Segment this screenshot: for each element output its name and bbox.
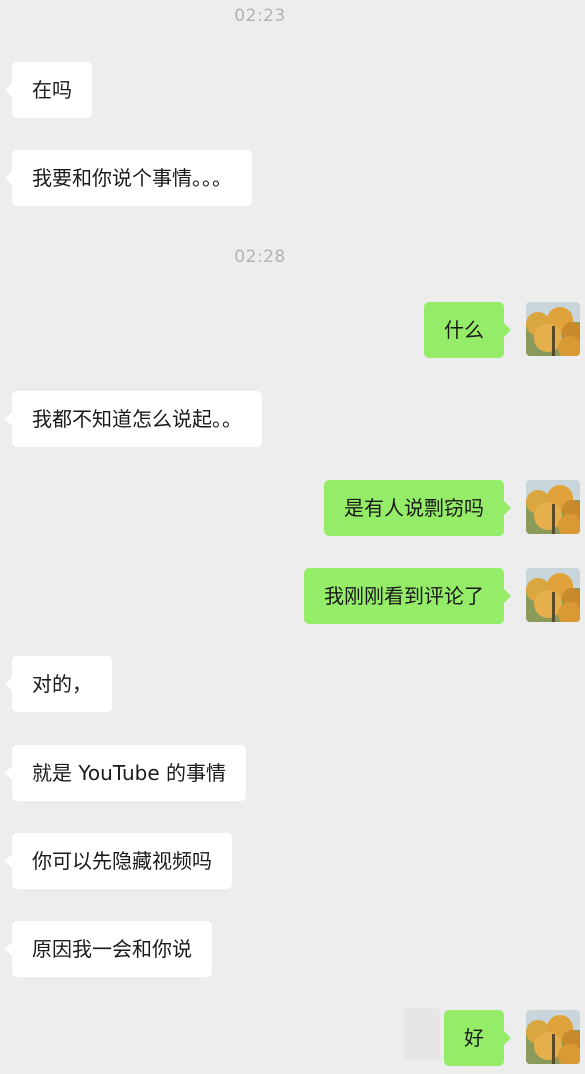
timestamp: 02:23 xyxy=(234,6,286,26)
timestamp: 02:28 xyxy=(234,247,286,267)
message-bubble-incoming[interactable]: 对的， xyxy=(5,656,112,712)
message-bubble-incoming[interactable]: 原因我一会和你说 xyxy=(5,921,212,977)
user-avatar[interactable] xyxy=(526,1010,580,1064)
message-bubble-outgoing[interactable]: 是有人说剽窃吗 xyxy=(324,480,511,536)
autumn-tree-avatar-icon xyxy=(526,1010,580,1064)
message-bubble-outgoing[interactable]: 我刚刚看到评论了 xyxy=(304,568,511,624)
message-bubble-incoming[interactable]: 就是 YouTube 的事情 xyxy=(4,745,247,801)
autumn-tree-avatar-icon xyxy=(526,302,580,356)
message-bubble-incoming[interactable]: 你可以先隐藏视频吗 xyxy=(5,833,232,889)
user-avatar[interactable] xyxy=(526,302,580,356)
message-bubble-incoming[interactable]: 在吗 xyxy=(5,62,92,118)
message-bubble-incoming[interactable]: 我要和你说个事情。。。 xyxy=(5,150,252,206)
message-bubble-outgoing[interactable]: 什么 xyxy=(424,302,511,358)
user-avatar[interactable] xyxy=(526,568,580,622)
autumn-tree-avatar-icon xyxy=(526,480,580,534)
user-avatar[interactable] xyxy=(526,480,580,534)
message-bubble-outgoing[interactable]: 好 xyxy=(444,1010,511,1066)
sending-indicator xyxy=(404,1008,440,1060)
message-bubble-incoming[interactable]: 我都不知道怎么说起。。 xyxy=(5,391,262,447)
autumn-tree-avatar-icon xyxy=(526,568,580,622)
